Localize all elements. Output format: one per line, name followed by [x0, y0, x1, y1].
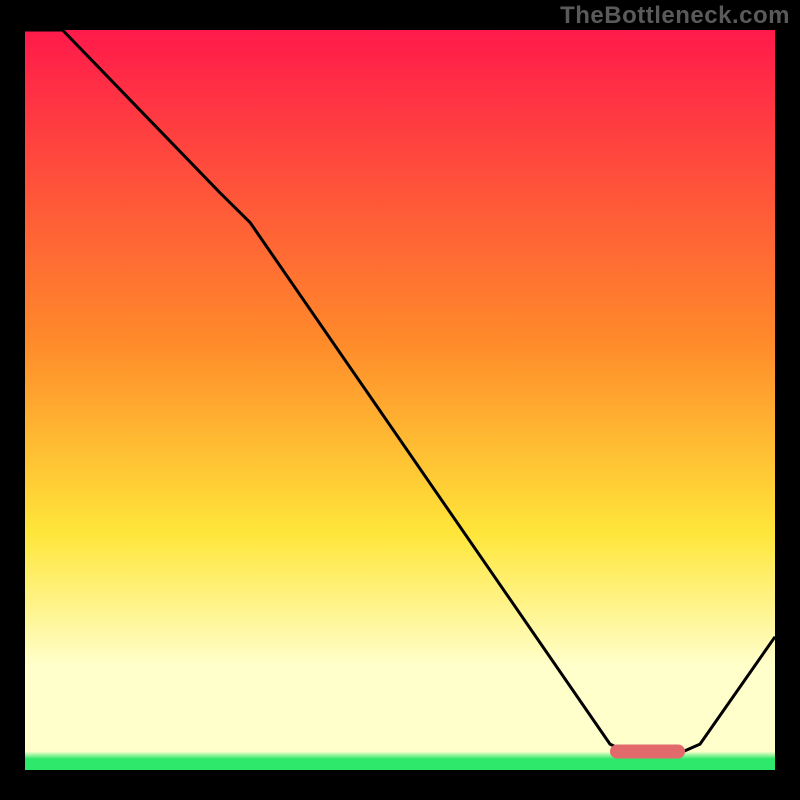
- optimal-region-marker: [610, 745, 685, 759]
- bottleneck-chart: [25, 30, 775, 770]
- gradient-background: [25, 30, 775, 770]
- chart-wrapper: TheBottleneck.com: [0, 0, 800, 800]
- plot-frame: [25, 30, 775, 770]
- watermark-text: TheBottleneck.com: [560, 2, 790, 30]
